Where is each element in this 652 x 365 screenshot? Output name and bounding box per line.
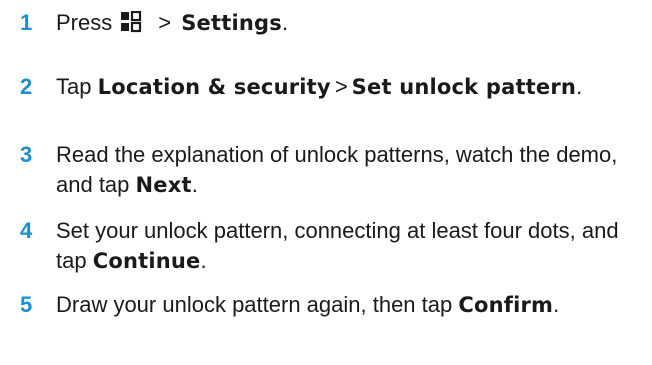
step-number: 2 [20, 74, 33, 99]
path-separator: > [334, 74, 348, 99]
step-suffix: . [200, 248, 207, 273]
step-suffix: . [553, 292, 560, 317]
step-text: Set your unlock pattern, connecting at l… [56, 216, 646, 276]
step-text: Tap Location & security > Set unlock patte… [56, 72, 646, 102]
step-number: 1 [20, 10, 33, 35]
step-number: 5 [20, 292, 33, 317]
apps-grid-icon [120, 10, 142, 41]
confirm-target: Confirm [458, 293, 554, 317]
continue-target: Continue [92, 249, 201, 273]
step-number: 4 [20, 218, 33, 243]
step-text: Press > Settings. [56, 8, 646, 41]
next-target: Next [135, 173, 192, 197]
settings-target: Settings [181, 11, 282, 35]
step-number: 3 [20, 142, 33, 167]
step-body: Draw your unlock pattern again, then tap [56, 292, 453, 317]
step-prefix: Tap [56, 74, 92, 99]
set-unlock-pattern-target: Set unlock pattern [351, 75, 577, 99]
step-suffix: . [281, 10, 289, 35]
step-text: Draw your unlock pattern again, then tap… [56, 290, 646, 320]
step-text: Read the explanation of unlock patterns,… [56, 140, 646, 200]
path-separator: > [158, 10, 172, 35]
step-suffix: . [191, 172, 198, 197]
step-prefix: Press [56, 10, 113, 35]
step-suffix: . [576, 74, 583, 99]
location-security-target: Location & security [97, 75, 331, 99]
